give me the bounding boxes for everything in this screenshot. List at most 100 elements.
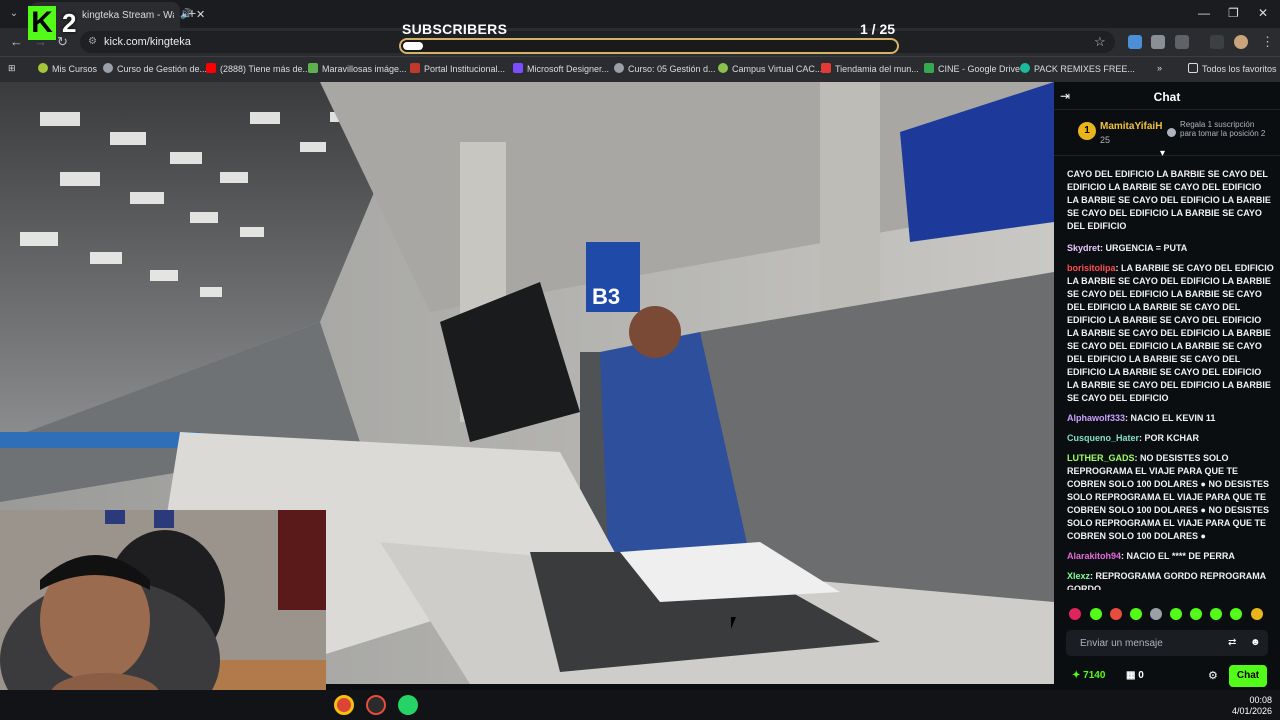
bookmark-favicon	[718, 63, 728, 73]
whatsapp-icon[interactable]	[398, 695, 418, 715]
bookmark-favicon	[103, 63, 113, 73]
message-text: NACIO EL KEVIN 11	[1130, 413, 1216, 423]
chat-message: Xlexz: REPROGRAMA GORDO REPROGRAMA GORDO	[1067, 570, 1275, 590]
extension-icon[interactable]	[1128, 35, 1142, 49]
menu-icon[interactable]: ⋮	[1261, 34, 1274, 50]
bookmark-item[interactable]: Campus Virtual CAC...	[718, 63, 822, 74]
webcam-overlay	[0, 510, 326, 720]
bookmark-item[interactable]: Curso de Gestión de...	[103, 63, 207, 74]
subscribers-progress-fill	[403, 42, 423, 50]
chat-username[interactable]: LUTHER_GADS	[1067, 453, 1135, 463]
chat-username[interactable]: Xlexz	[1067, 571, 1090, 581]
emote-icon[interactable]	[1190, 608, 1202, 620]
bookmark-item[interactable]: Microsoft Designer...	[513, 63, 609, 74]
apps-icon[interactable]: ⊞	[8, 63, 16, 74]
bookmark-item[interactable]: (2888) Tiene más de...	[206, 63, 310, 74]
system-clock[interactable]: 00:08 4/01/2026	[1226, 695, 1272, 717]
emote-icon[interactable]	[1170, 608, 1182, 620]
chrome-icon[interactable]	[334, 695, 354, 715]
emote-icon[interactable]	[1069, 608, 1081, 620]
chat-panel: ⇥ Chat 1 MamitaYifaiH 25 Regala 1 suscri…	[1054, 82, 1280, 690]
points-value: 7140	[1083, 670, 1106, 681]
all-favorites-folder[interactable]: Todos los favoritos	[1188, 63, 1277, 74]
back-icon[interactable]: ←	[10, 34, 23, 49]
bookmark-item[interactable]: CINE - Google Drive	[924, 63, 1020, 74]
url-text[interactable]: kick.com/kingteka	[104, 36, 191, 48]
chat-message: Skydret: URGENCIA = PUTA	[1067, 242, 1275, 255]
emote-icon[interactable]	[1210, 608, 1222, 620]
chat-input-placeholder: Enviar un mensaje	[1080, 638, 1163, 649]
bookmark-favicon	[924, 63, 934, 73]
emote-icon[interactable]	[1251, 608, 1263, 620]
restore-icon[interactable]: ❐	[1228, 6, 1239, 20]
profile-avatar[interactable]	[1234, 35, 1248, 49]
bookmark-favicon	[513, 63, 523, 73]
emote-icon[interactable]	[1130, 608, 1142, 620]
emote-icon[interactable]	[1230, 608, 1242, 620]
emote-icon[interactable]	[1090, 608, 1102, 620]
bookmark-label: Curso de Gestión de...	[117, 64, 208, 74]
message-text: LA BARBIE SE CAYO DEL EDIFICIO LA BARBIE…	[1067, 263, 1274, 403]
chat-message: Cusqueno_Hater: POR KCHAR	[1067, 432, 1275, 445]
new-tab-icon[interactable]: +	[188, 5, 196, 21]
bookmark-star-icon[interactable]: ☆	[1094, 34, 1106, 50]
gift-icon	[1167, 128, 1176, 137]
obs-icon[interactable]	[366, 695, 386, 715]
site-info-icon[interactable]: ⚙	[88, 36, 97, 47]
chat-footer: ✦ 7140 ▦ 0 ⚙ Chat	[1054, 664, 1280, 688]
bookmark-favicon	[308, 63, 318, 73]
translate-icon[interactable]: ⇄	[1228, 637, 1236, 648]
bookmark-item[interactable]: Curso: 05 Gestión d...	[614, 63, 716, 74]
bookmark-label: Portal Institucional...	[424, 64, 506, 74]
bookmark-favicon	[614, 63, 624, 73]
channel-points[interactable]: ✦ 7140	[1072, 670, 1105, 681]
expand-pinned-icon[interactable]: ▾	[1160, 148, 1165, 159]
top-gifter-name[interactable]: MamitaYifaiH	[1100, 121, 1162, 132]
subscribers-progress-bar	[399, 38, 899, 54]
emote-bar	[1054, 608, 1280, 626]
minimize-icon[interactable]: —	[1198, 6, 1210, 20]
bookmark-label: Mis Cursos	[52, 64, 98, 74]
chat-username[interactable]: Alphawolf333	[1067, 413, 1125, 423]
top-gifter-banner: 1 MamitaYifaiH 25 Regala 1 suscripción p…	[1054, 110, 1280, 156]
send-chat-button[interactable]: Chat	[1229, 665, 1267, 687]
more-bookmarks-icon[interactable]: »	[1157, 63, 1162, 73]
extension-icon[interactable]	[1151, 35, 1165, 49]
chat-username[interactable]: Skydret	[1067, 243, 1100, 253]
all-favorites-label: Todos los favoritos	[1202, 64, 1277, 74]
chat-username[interactable]: borisitolipa	[1067, 263, 1116, 273]
gift-counter[interactable]: ▦ 0	[1126, 670, 1144, 681]
bookmark-item[interactable]: Portal Institucional...	[410, 63, 505, 74]
puzzle-icon[interactable]	[1175, 35, 1189, 49]
logo-number: 2	[62, 8, 77, 38]
logo-letter: K	[28, 6, 56, 40]
media-icon[interactable]	[1210, 35, 1224, 49]
chat-settings-icon[interactable]: ⚙	[1208, 669, 1218, 682]
close-window-icon[interactable]: ✕	[1258, 6, 1268, 20]
chat-message-input[interactable]: Enviar un mensaje ⇄ ☻	[1066, 630, 1268, 656]
bookmark-item[interactable]: Mis Cursos	[38, 63, 97, 74]
close-tab-icon[interactable]: ✕	[196, 8, 205, 21]
bookmark-item[interactable]: PACK REMIXES FREE...	[1020, 63, 1135, 74]
gift-box-icon: ▦	[1126, 670, 1139, 681]
webcam-frame	[0, 510, 326, 720]
emote-icon[interactable]	[1150, 608, 1162, 620]
chat-message: Alarakitoh94: NACIO EL **** DE PERRA	[1067, 550, 1275, 563]
chat-title: Chat	[1153, 90, 1181, 104]
bookmark-label: Tiendamia del mun...	[835, 64, 919, 74]
bookmark-favicon	[38, 63, 48, 73]
emoji-icon[interactable]: ☻	[1250, 637, 1261, 648]
bookmark-label: Campus Virtual CAC...	[732, 64, 823, 74]
emote-icon[interactable]	[1110, 608, 1122, 620]
chat-username[interactable]: Cusqueno_Hater	[1067, 433, 1139, 443]
taskbar: 00:08 4/01/2026	[0, 690, 1280, 720]
gift-prompt[interactable]: Regala 1 suscripción para tomar la posic…	[1180, 120, 1270, 138]
chat-messages: CAYO DEL EDIFICIO LA BARBIE SE CAYO DEL …	[1054, 160, 1280, 590]
message-text: POR KCHAR	[1144, 433, 1200, 443]
bookmark-item[interactable]: Maravillosas imáge...	[308, 63, 407, 74]
svg-text:B3: B3	[592, 284, 620, 309]
bookmark-label: CINE - Google Drive	[938, 64, 1021, 74]
tab-search-icon[interactable]: ⌄	[6, 6, 22, 22]
chat-username[interactable]: Alarakitoh94	[1067, 551, 1121, 561]
bookmark-item[interactable]: Tiendamia del mun...	[821, 63, 919, 74]
